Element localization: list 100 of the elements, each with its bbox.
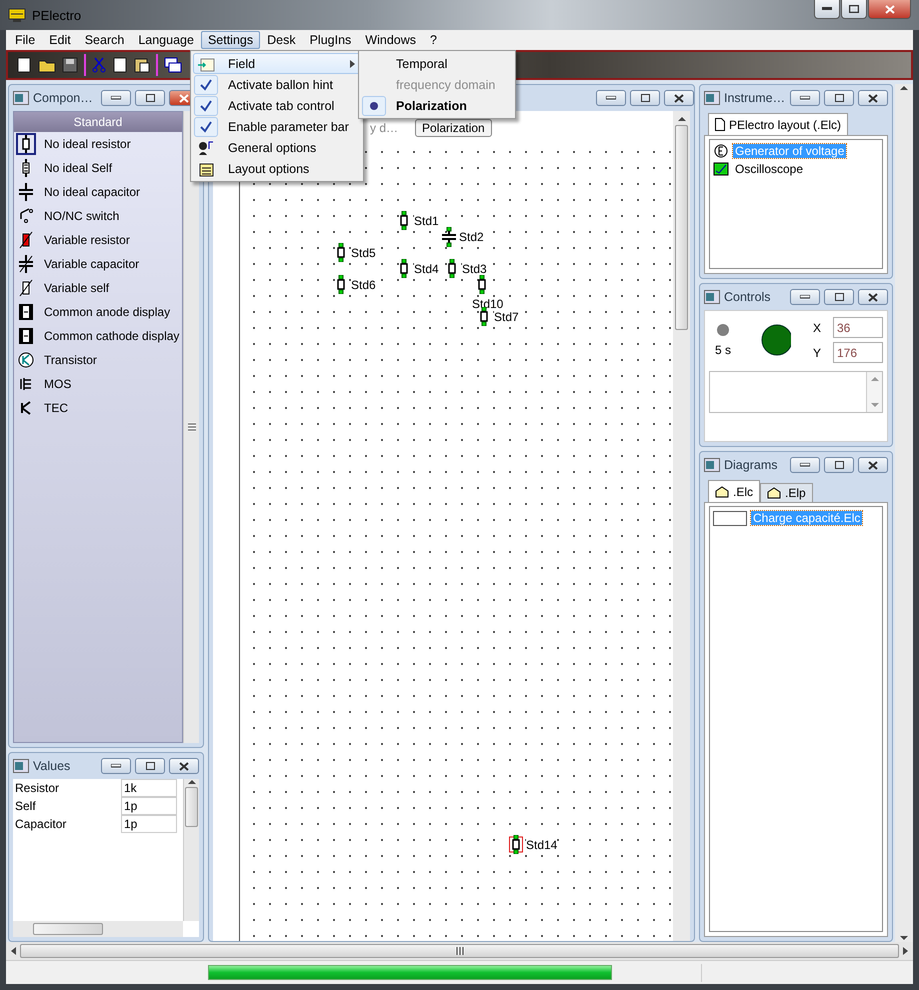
menu-item[interactable]: PlugIns	[302, 31, 358, 49]
y-field[interactable]: 176	[833, 342, 883, 363]
diagram-tab[interactable]: .Elc	[708, 480, 760, 502]
run-button[interactable]	[761, 324, 791, 356]
part-label: Std5	[351, 246, 376, 260]
capacitor-symbol[interactable]	[442, 227, 456, 247]
close-button[interactable]	[868, 0, 911, 19]
x-label: X	[813, 320, 822, 334]
menu-item[interactable]: Windows	[358, 31, 424, 49]
menu-item[interactable]: Language	[131, 31, 201, 49]
component-item[interactable]: No ideal capacitor	[14, 180, 182, 204]
part-label: Std10	[472, 297, 504, 311]
menu-item[interactable]: Search	[78, 31, 132, 49]
menu-entry[interactable]: Activate tab control	[193, 95, 361, 116]
component-item[interactable]: Variable self	[14, 276, 182, 300]
panel-title: Diagrams	[724, 458, 778, 472]
close-button[interactable]	[858, 457, 888, 473]
scrollbar-thumb[interactable]	[675, 125, 688, 330]
component-item[interactable]: No ideal Self	[14, 156, 182, 180]
component-item[interactable]: MOS	[14, 372, 182, 396]
menu-entry: frequency domain	[395, 76, 496, 94]
layout-tab[interactable]: PElectro layout (.Elc)	[708, 113, 848, 135]
window-icon	[13, 91, 29, 105]
minimize-button[interactable]	[101, 90, 131, 106]
maximize-button[interactable]	[824, 457, 854, 473]
close-icon	[868, 292, 878, 302]
person-icon	[197, 140, 215, 156]
close-icon	[868, 94, 878, 102]
close-icon	[884, 4, 894, 14]
instrument-item[interactable]: Oscilloscope	[713, 161, 879, 177]
component-item[interactable]: Common anode display	[14, 300, 182, 324]
menu-item[interactable]: Edit	[42, 31, 78, 49]
copy-icon[interactable]	[112, 57, 128, 73]
maximize-button[interactable]	[824, 289, 854, 305]
maximize-button[interactable]	[135, 90, 165, 106]
minimize-button[interactable]	[814, 0, 840, 19]
windows-icon[interactable]	[164, 57, 182, 73]
menu-item[interactable]: File	[8, 31, 42, 49]
component-item[interactable]: TEC	[14, 396, 182, 420]
minimize-icon	[111, 764, 121, 768]
scrollbar-thumb[interactable]	[33, 923, 103, 935]
panel-title: Controls	[724, 290, 771, 304]
part-label: Std3	[462, 262, 487, 276]
menu-entry[interactable]: Activate ballon hint	[193, 74, 361, 95]
maximize-button[interactable]	[630, 90, 660, 106]
field-tab[interactable]: Polarization	[415, 119, 492, 137]
menu-entry[interactable]: Polarization	[361, 95, 513, 116]
menu-item[interactable]: Desk	[260, 31, 303, 49]
instrument-label: Oscilloscope	[734, 162, 804, 176]
field-tab[interactable]: y d…	[363, 119, 406, 137]
component-item[interactable]: Variable capacitor	[14, 252, 182, 276]
x-field[interactable]: 36	[833, 317, 883, 338]
menu-item[interactable]: ?	[423, 31, 444, 49]
new-file-icon[interactable]	[16, 57, 32, 73]
y-label: Y	[813, 346, 822, 360]
minimize-icon	[606, 96, 616, 100]
property-value[interactable]: 1p	[121, 815, 177, 833]
component-item[interactable]: Variable resistor	[14, 228, 182, 252]
menu-item[interactable]: Settings	[200, 31, 260, 49]
memo-field[interactable]	[709, 371, 883, 413]
minimize-button[interactable]	[790, 90, 820, 106]
property-name: Resistor	[14, 780, 60, 797]
maximize-button[interactable]	[824, 90, 854, 106]
close-button[interactable]	[858, 90, 888, 106]
close-button[interactable]	[664, 90, 694, 106]
component-label: Transistor	[44, 353, 97, 367]
diagram-thumbnail-icon	[713, 510, 747, 526]
close-button[interactable]	[858, 289, 888, 305]
component-item[interactable]: NO/NC switch	[14, 204, 182, 228]
right-arrow-icon	[903, 947, 909, 955]
minimize-button[interactable]	[790, 289, 820, 305]
component-label: Common cathode display	[44, 329, 180, 343]
menu-entry[interactable]: Field	[193, 53, 361, 74]
grip-icon	[456, 947, 464, 955]
component-item[interactable]: Transistor	[14, 348, 182, 372]
minimize-button[interactable]	[101, 758, 131, 774]
diagram-label: Charge capacité.Elc	[751, 511, 862, 525]
minimize-button[interactable]	[790, 457, 820, 473]
property-value[interactable]: 1k	[121, 779, 177, 797]
save-icon[interactable]	[62, 57, 78, 73]
close-button[interactable]	[169, 758, 199, 774]
maximize-button[interactable]	[841, 0, 867, 19]
diagram-tab[interactable]: .Elp	[760, 483, 813, 502]
minimize-button[interactable]	[596, 90, 626, 106]
property-value[interactable]: 1p	[121, 797, 177, 815]
app-icon	[8, 7, 26, 23]
close-icon	[179, 94, 189, 102]
menu-entry[interactable]: Enable parameter bar	[193, 116, 361, 137]
checkmark-icon	[200, 120, 212, 132]
paste-icon[interactable]	[134, 57, 150, 73]
indicator-led	[716, 323, 730, 337]
part-label: Std2	[459, 230, 484, 244]
scrollbar-thumb[interactable]	[185, 787, 198, 827]
component-item[interactable]: Common cathode display	[14, 324, 182, 348]
maximize-button[interactable]	[135, 758, 165, 774]
component-item[interactable]: No ideal resistor	[14, 132, 182, 156]
menu-entry[interactable]: Temporal	[361, 53, 513, 74]
resistor-symbol[interactable]	[509, 835, 523, 854]
panel-title: Compon…	[33, 91, 93, 105]
down-arrow-icon	[900, 934, 908, 942]
